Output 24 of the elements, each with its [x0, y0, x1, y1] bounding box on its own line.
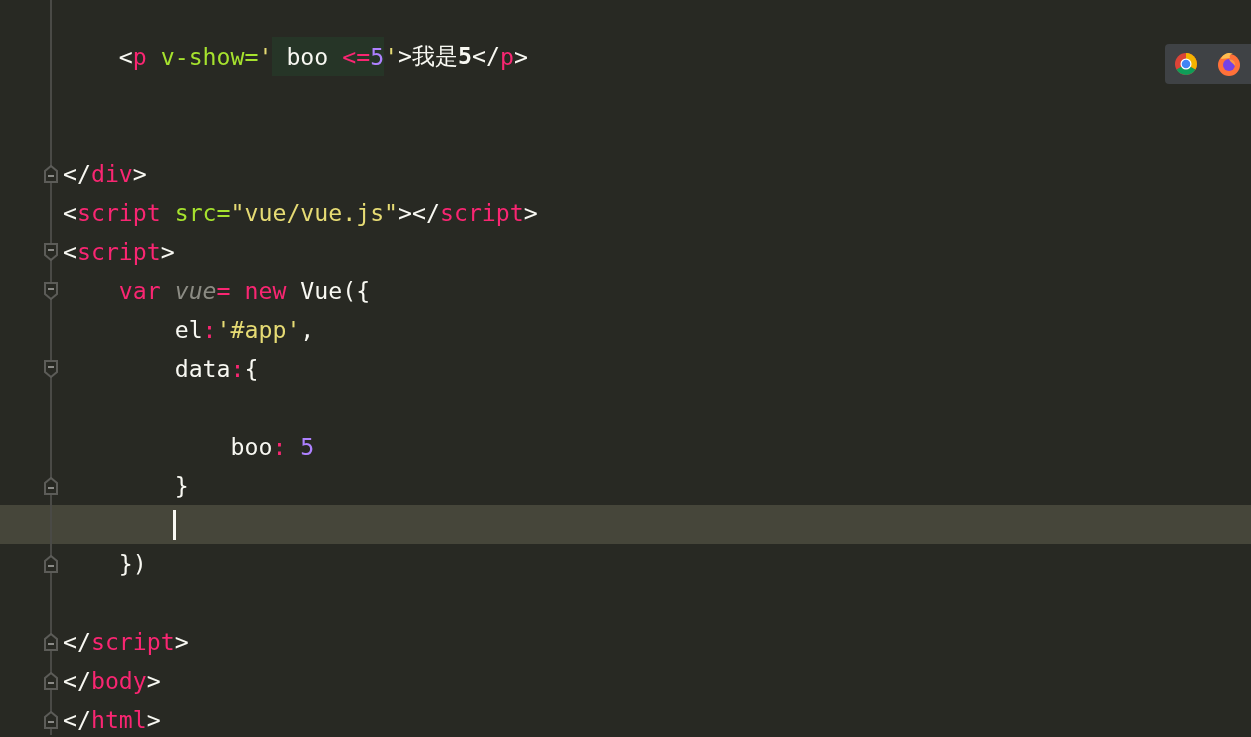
code-line: boo: 5: [229, 432, 315, 462]
code-line: </script>: [63, 627, 189, 657]
fold-icon[interactable]: [44, 359, 58, 378]
code-line: }): [117, 549, 147, 579]
fold-icon[interactable]: [44, 476, 58, 495]
code-line: data:{: [173, 354, 259, 384]
code-line: var vue= new Vue({: [117, 276, 371, 306]
code-line: el:'#app',: [173, 315, 315, 345]
text-caret: [173, 509, 176, 540]
fold-icon[interactable]: [44, 710, 58, 729]
fold-icon[interactable]: [44, 554, 58, 573]
chrome-icon[interactable]: [1174, 52, 1198, 76]
fold-icon[interactable]: [44, 671, 58, 690]
fold-icon[interactable]: [44, 281, 58, 300]
fold-icon[interactable]: [44, 242, 58, 261]
code-line: </body>: [63, 666, 161, 696]
fold-icon[interactable]: [44, 164, 58, 183]
code-line: }: [173, 471, 189, 501]
code-line: <script src="vue/vue.js"></script>: [63, 198, 538, 228]
fold-icon[interactable]: [44, 632, 58, 651]
firefox-icon[interactable]: [1216, 51, 1242, 77]
code-line: <script>: [63, 237, 175, 267]
code-line: </html>: [63, 705, 161, 735]
code-line: </div>: [63, 159, 147, 189]
